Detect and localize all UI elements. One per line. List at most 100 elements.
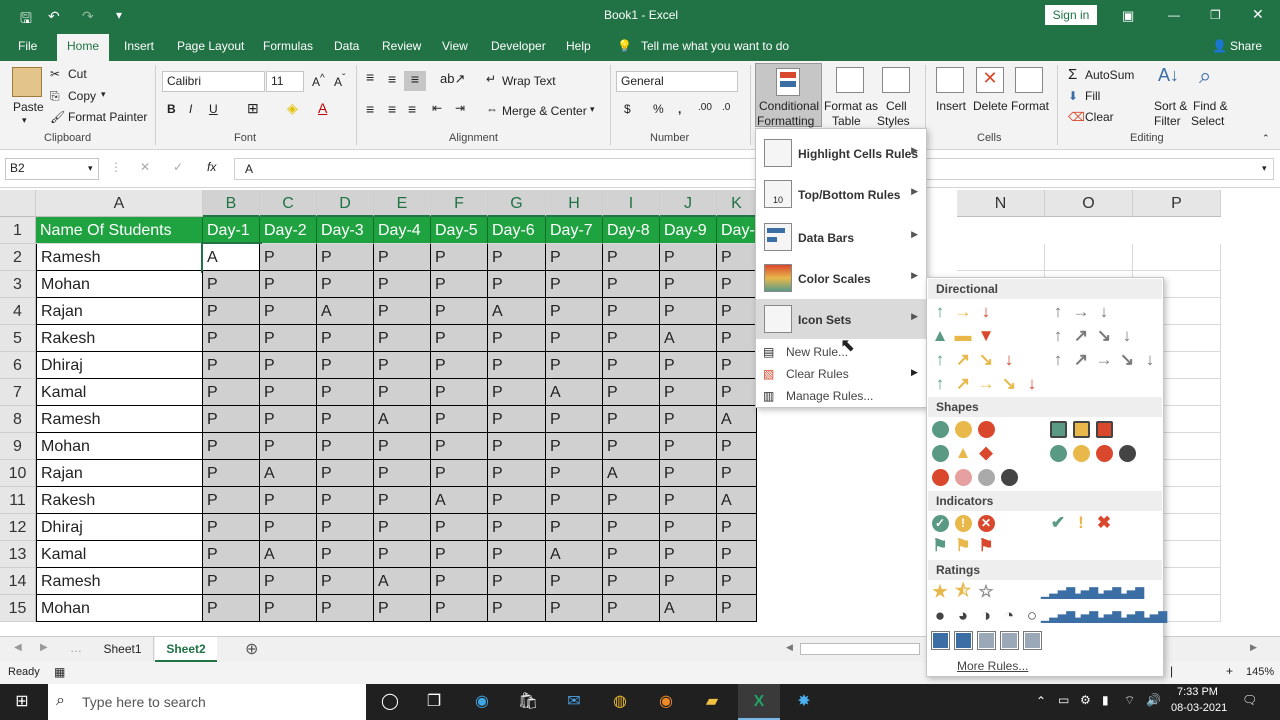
tab-formulas[interactable]: Formulas [263, 39, 313, 53]
tab-review[interactable]: Review [382, 39, 421, 53]
attendance-cell[interactable]: P [603, 325, 660, 352]
more-rules-link[interactable]: More Rules... [957, 659, 1028, 673]
align-center-icon[interactable]: ≡ [388, 101, 396, 117]
sort-filter-icon[interactable]: A↓ [1158, 65, 1179, 86]
align-bottom-icon[interactable]: ≡ [404, 71, 426, 91]
attendance-cell[interactable]: P [374, 352, 431, 379]
attendance-cell[interactable]: P [546, 487, 603, 514]
attendance-cell[interactable]: P [317, 244, 374, 271]
firefox-icon[interactable]: ◉ [654, 690, 678, 714]
hscroll-left-icon[interactable]: ◀ [786, 642, 793, 653]
attendance-cell[interactable]: P [431, 460, 488, 487]
student-name-cell[interactable]: Kamal [36, 541, 203, 568]
attendance-cell[interactable]: P [660, 352, 717, 379]
attendance-cell[interactable]: P [488, 433, 546, 460]
attendance-cell[interactable]: P [203, 379, 260, 406]
attendance-cell[interactable]: P [488, 514, 546, 541]
menu-data-bars[interactable]: Data Bars ▶ [756, 217, 926, 257]
insert-cells-icon[interactable] [936, 67, 964, 93]
student-name-cell[interactable]: Mohan [36, 595, 203, 622]
attendance-cell[interactable]: P [203, 298, 260, 325]
student-name-cell[interactable]: Ramesh [36, 568, 203, 595]
name-box[interactable]: B2 [5, 158, 99, 180]
sign-in-button[interactable]: Sign in [1045, 5, 1097, 25]
clock-time[interactable]: 7:33 PM [1177, 686, 1218, 698]
attendance-cell[interactable]: P [717, 568, 757, 595]
app-icon[interactable]: ✸ [792, 690, 816, 714]
attendance-cell[interactable]: P [603, 541, 660, 568]
attendance-cell[interactable]: P [488, 541, 546, 568]
decrease-indent-icon[interactable]: ⇤ [432, 101, 442, 115]
header-cell[interactable]: Day-1 [203, 217, 260, 244]
name-box-dropdown-icon[interactable]: ▾ [88, 163, 93, 174]
attendance-cell[interactable]: P [431, 433, 488, 460]
number-format-box[interactable]: General [616, 71, 738, 92]
attendance-cell[interactable]: P [374, 514, 431, 541]
attendance-cell[interactable]: A [546, 541, 603, 568]
find-select-label-2[interactable]: Select [1191, 114, 1224, 128]
paste-icon[interactable] [12, 67, 42, 97]
format-as-table-label-2[interactable]: Table [832, 114, 861, 128]
attendance-cell[interactable]: P [488, 325, 546, 352]
attendance-cell[interactable]: P [431, 514, 488, 541]
increase-font-icon[interactable]: A^ [312, 73, 325, 89]
store-icon[interactable]: 🛍 [516, 690, 540, 714]
attendance-cell[interactable]: P [546, 568, 603, 595]
save-icon[interactable]: 🖫 [20, 8, 32, 32]
attendance-cell[interactable]: P [717, 271, 757, 298]
header-cell[interactable]: Day-1 [717, 217, 757, 244]
menu-icon-sets[interactable]: Icon Sets ▶ [756, 299, 926, 339]
comma-button[interactable]: , [678, 102, 681, 116]
header-cell[interactable]: Day-2 [260, 217, 317, 244]
attendance-cell[interactable]: P [717, 595, 757, 622]
header-cell[interactable]: Day-6 [488, 217, 546, 244]
attendance-cell[interactable]: A [374, 406, 431, 433]
tray-icon[interactable]: ▭ [1058, 693, 1069, 707]
mail-icon[interactable]: ✉ [562, 690, 586, 714]
attendance-cell[interactable]: P [374, 271, 431, 298]
attendance-cell[interactable]: P [431, 325, 488, 352]
font-color-icon[interactable]: A [318, 100, 327, 116]
attendance-cell[interactable]: P [260, 271, 317, 298]
attendance-cell[interactable]: P [317, 595, 374, 622]
attendance-cell[interactable]: P [203, 352, 260, 379]
macro-record-icon[interactable]: ▦ [54, 665, 65, 679]
column-header-P[interactable]: P [1133, 190, 1221, 217]
find-select-icon[interactable]: ⌕ [1199, 63, 1211, 89]
enter-icon[interactable]: ✓ [173, 160, 183, 174]
attendance-cell[interactable]: P [374, 487, 431, 514]
new-sheet-icon[interactable]: ⊕ [245, 639, 258, 659]
delete-cells-button[interactable]: Delete [973, 99, 1008, 113]
attendance-cell[interactable]: P [603, 514, 660, 541]
attendance-cell[interactable]: P [374, 460, 431, 487]
menu-top-bottom-rules[interactable]: 10 Top/Bottom Rules ▶ [756, 174, 926, 214]
excel-taskbar-button[interactable]: X [738, 684, 780, 720]
attendance-cell[interactable]: P [488, 406, 546, 433]
row-header[interactable]: 2 [0, 244, 36, 271]
attendance-cell[interactable]: P [717, 460, 757, 487]
attendance-cell[interactable]: P [203, 541, 260, 568]
row-header[interactable]: 1 [0, 217, 36, 244]
attendance-cell[interactable]: P [260, 514, 317, 541]
ribbon-display-icon[interactable]: ▣ [1122, 8, 1134, 24]
attendance-cell[interactable]: P [603, 379, 660, 406]
increase-decimal-icon[interactable]: .00 [698, 102, 712, 113]
clock-date[interactable]: 08-03-2021 [1171, 702, 1227, 714]
network-icon[interactable]: ⌔ [1124, 693, 1135, 708]
attendance-cell[interactable]: P [603, 487, 660, 514]
attendance-cell[interactable]: P [660, 406, 717, 433]
attendance-cell[interactable]: A [603, 460, 660, 487]
scroll-right-sheets-icon[interactable]: ▶ [40, 642, 48, 653]
attendance-cell[interactable]: P [717, 298, 757, 325]
row-header[interactable]: 15 [0, 595, 36, 622]
attendance-cell[interactable]: P [260, 433, 317, 460]
attendance-cell[interactable]: P [203, 433, 260, 460]
attendance-cell[interactable]: P [431, 541, 488, 568]
attendance-cell[interactable]: P [374, 379, 431, 406]
attendance-cell[interactable]: P [431, 352, 488, 379]
student-name-cell[interactable]: Dhiraj [36, 352, 203, 379]
attendance-cell[interactable]: P [546, 595, 603, 622]
attendance-cell[interactable]: P [317, 406, 374, 433]
fill-button[interactable]: Fill [1085, 89, 1100, 103]
empty-cell[interactable] [957, 244, 1045, 271]
